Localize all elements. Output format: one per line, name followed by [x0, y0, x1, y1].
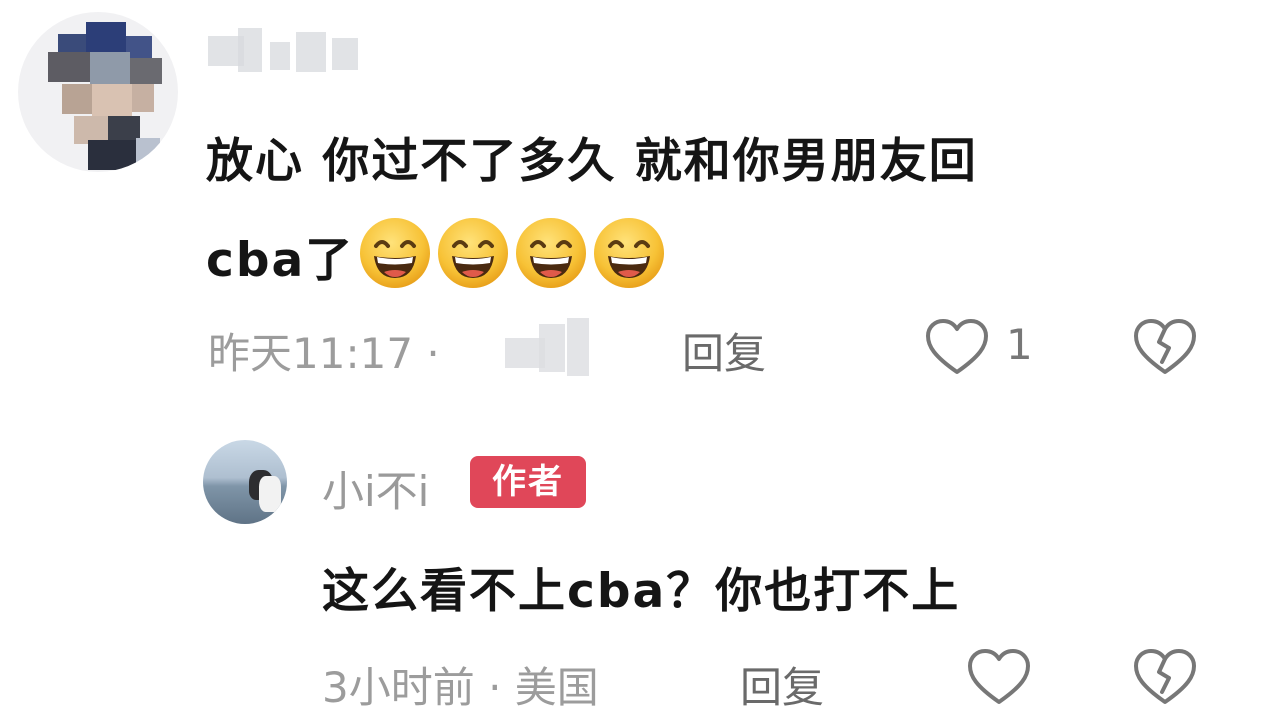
- avatar-mosaic: [92, 84, 132, 116]
- grinning-face-emoji-icon: [594, 218, 665, 288]
- grinning-face-emoji-icon: [516, 218, 587, 288]
- avatar-mosaic: [62, 84, 92, 114]
- avatar-mosaic: [136, 138, 160, 164]
- avatar-figure: [259, 476, 281, 512]
- comment-reply-button[interactable]: 回复: [682, 320, 766, 381]
- avatar-mosaic: [86, 22, 126, 52]
- commenter-username-blurred[interactable]: [208, 28, 358, 76]
- avatar-mosaic: [90, 52, 130, 84]
- like-count: 1: [1006, 320, 1033, 369]
- like-heart-icon[interactable]: [924, 318, 990, 378]
- avatar-mosaic: [130, 58, 162, 84]
- grinning-face-emoji-icon: [360, 218, 431, 288]
- author-username[interactable]: 小i不i: [322, 458, 429, 519]
- reply-reply-button[interactable]: 回复: [740, 654, 824, 715]
- avatar-mosaic: [88, 140, 136, 170]
- avatar-mosaic: [48, 52, 90, 82]
- reply-dislike-broken-heart-icon[interactable]: [1132, 648, 1198, 708]
- commenter-avatar[interactable]: [18, 12, 178, 172]
- avatar-mosaic: [58, 34, 86, 52]
- reply-text: 这么看不上cba？你也打不上: [322, 564, 961, 619]
- reply-meta: 3小时前 · 美国: [322, 663, 599, 712]
- comment-text-line-2: cba了: [206, 216, 666, 290]
- author-badge: 作者: [470, 456, 586, 508]
- emoji-row: [354, 218, 666, 288]
- avatar-mosaic: [132, 84, 154, 112]
- dislike-broken-heart-icon[interactable]: [1132, 318, 1198, 378]
- comment-text-line-1: 放心 你过不了多久 就和你男朋友回: [206, 134, 978, 189]
- comment-text-segment: cba了: [206, 233, 355, 288]
- comment-timestamp: 昨天11:17 ·: [208, 329, 440, 378]
- grinning-face-emoji-icon: [438, 218, 509, 288]
- reply-like-heart-icon[interactable]: [966, 648, 1032, 708]
- avatar-mosaic: [108, 116, 140, 140]
- author-avatar[interactable]: [203, 440, 287, 524]
- comment-location-blurred: [505, 318, 600, 376]
